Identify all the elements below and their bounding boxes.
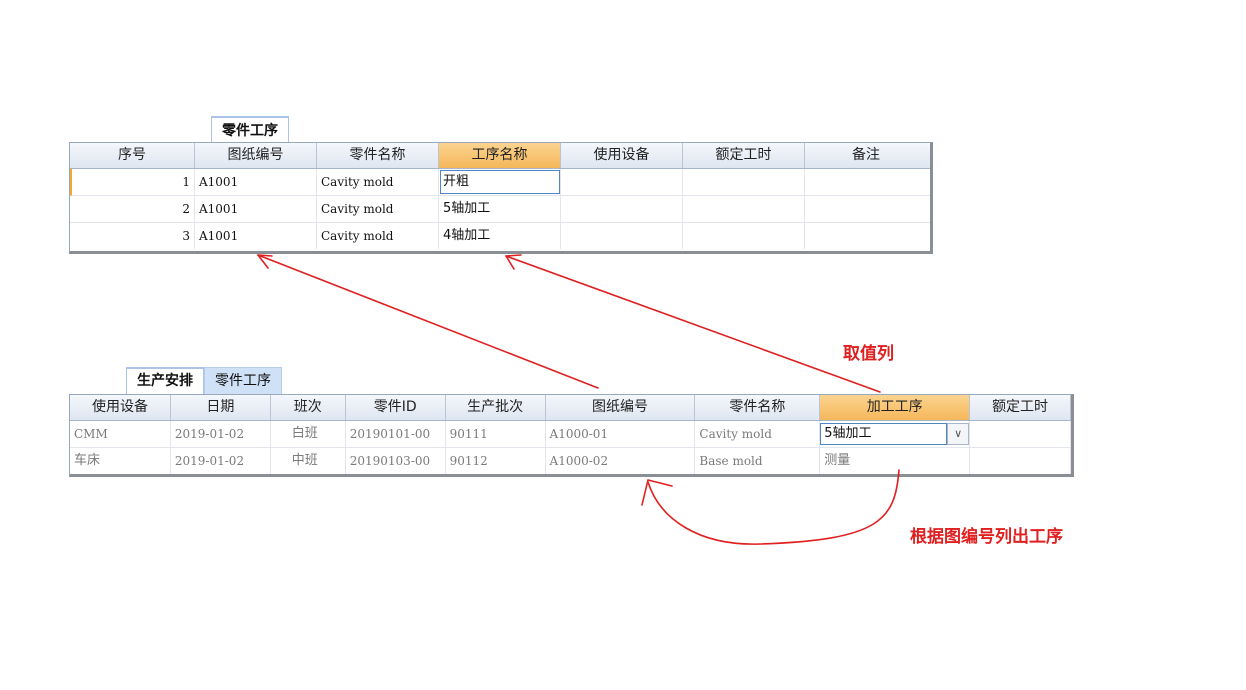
arrow-drawing-link xyxy=(257,254,599,389)
arrow-value-link xyxy=(505,255,881,393)
arrow-process-curve xyxy=(647,469,900,545)
annotation-arrows xyxy=(257,254,900,545)
